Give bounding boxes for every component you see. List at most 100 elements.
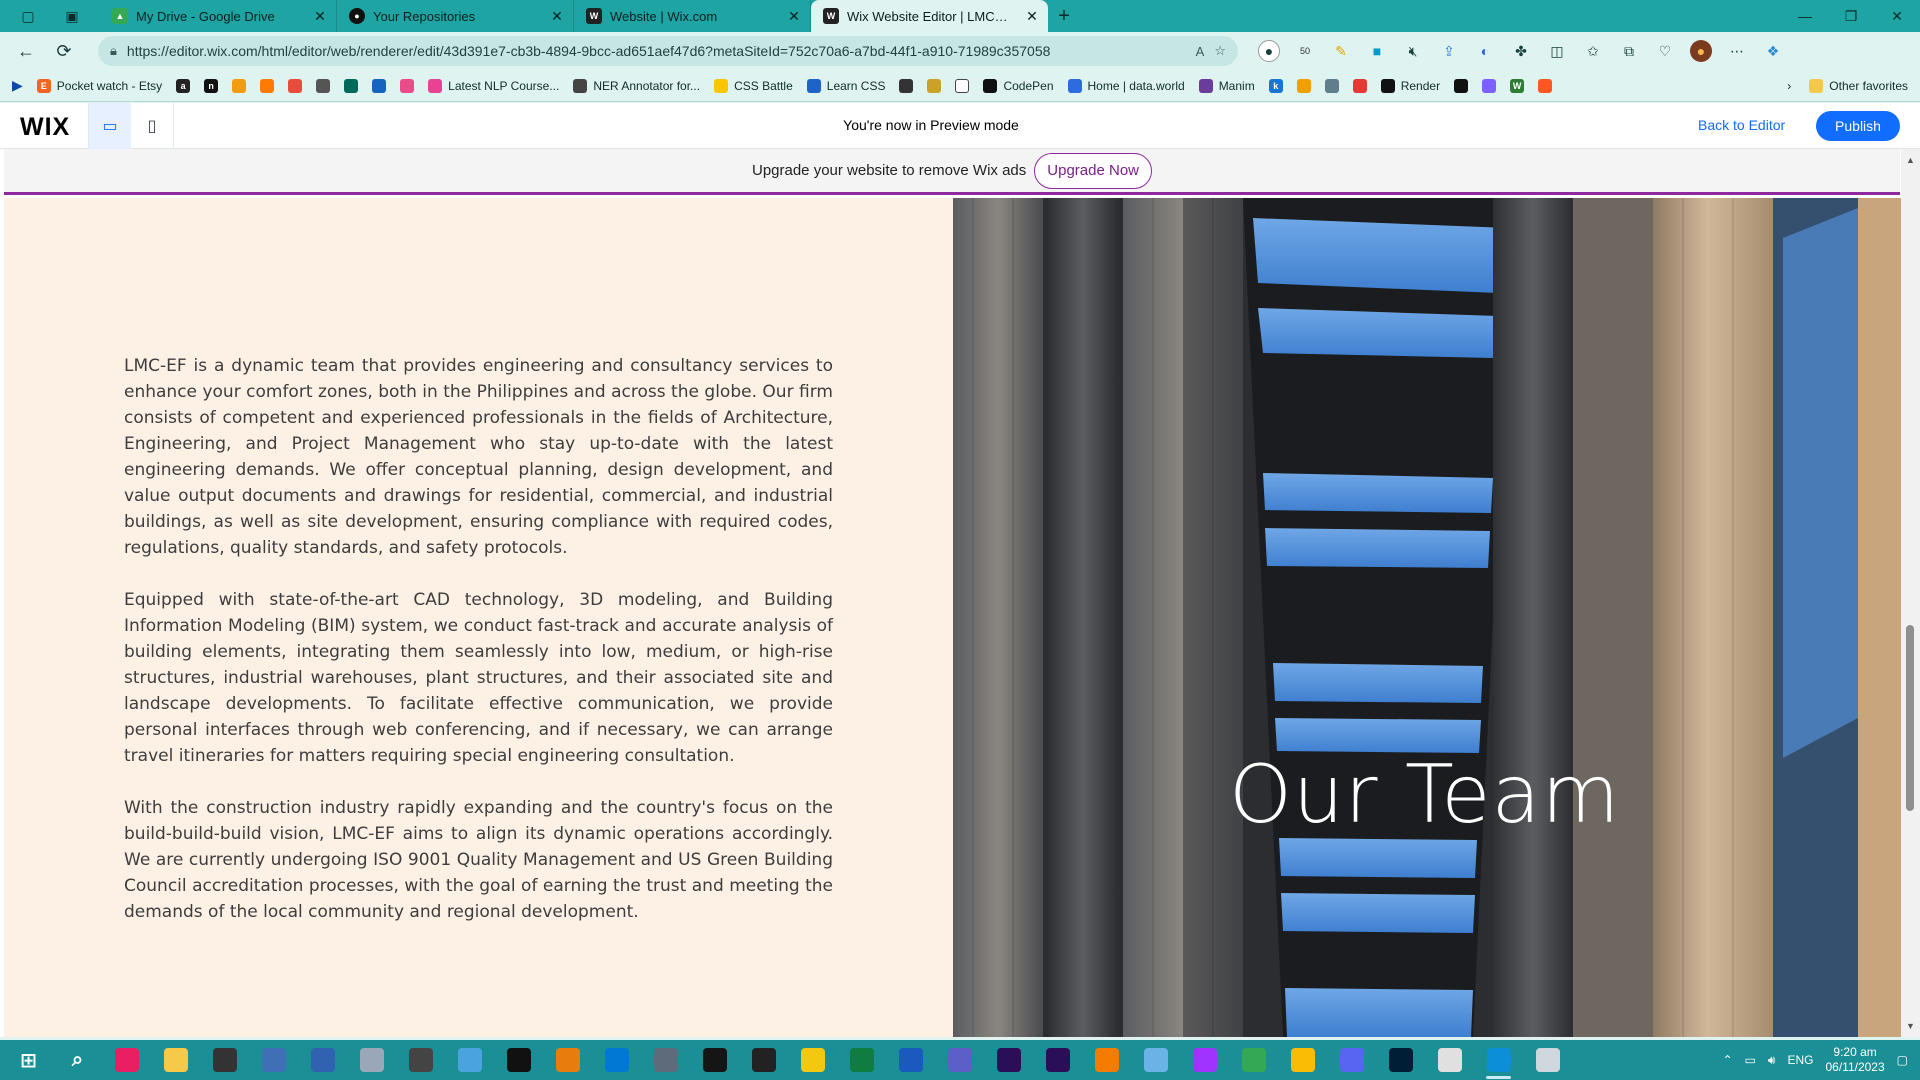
volume-icon[interactable]: 🔊︎ [1768, 1053, 1776, 1068]
extension-icon[interactable]: ● [1258, 40, 1280, 62]
taskbar-app[interactable] [151, 1040, 200, 1080]
bookmark-item[interactable] [232, 78, 247, 93]
taskbar-app[interactable] [102, 1040, 151, 1080]
bookmark-item[interactable]: a [176, 78, 191, 93]
taskbar-app[interactable] [935, 1040, 984, 1080]
copilot-icon[interactable]: ❖ [1762, 40, 1784, 62]
taskbar-app[interactable] [1229, 1040, 1278, 1080]
language-indicator[interactable]: ENG [1787, 1053, 1813, 1067]
bookmark-item[interactable] [1296, 78, 1311, 93]
upgrade-now-button[interactable]: Upgrade Now [1034, 152, 1152, 189]
read-aloud-icon[interactable]: A [1196, 44, 1205, 59]
bookmark-item[interactable] [1324, 78, 1339, 93]
refresh-icon[interactable]: ⟳ [48, 35, 80, 67]
bookmark-item[interactable]: Render [1380, 78, 1440, 93]
extension-badge-icon[interactable]: 50 [1294, 40, 1316, 62]
bookmark-item[interactable] [955, 78, 970, 93]
taskbar-app[interactable] [1180, 1040, 1229, 1080]
bookmark-item[interactable] [288, 78, 303, 93]
chevron-right-icon[interactable]: › [1787, 79, 1791, 93]
close-icon[interactable]: ✕ [549, 8, 565, 25]
taskbar-app[interactable] [298, 1040, 347, 1080]
bookmark-item[interactable]: W [1510, 78, 1525, 93]
tab-actions-icon[interactable]: ▣ [65, 8, 78, 25]
notifications-icon[interactable]: ▢ [1897, 1053, 1908, 1067]
close-icon[interactable]: ✕ [312, 8, 328, 25]
taskbar-app[interactable] [788, 1040, 837, 1080]
bookmark-item[interactable] [316, 78, 331, 93]
bookmark-item[interactable] [1454, 78, 1469, 93]
minimize-icon[interactable]: — [1782, 0, 1828, 32]
bookmark-item[interactable]: k [1268, 78, 1283, 93]
taskbar-app[interactable] [1131, 1040, 1180, 1080]
publish-button[interactable]: Publish [1816, 111, 1900, 141]
taskbar-app[interactable] [690, 1040, 739, 1080]
square-extension-icon[interactable]: ■ [1366, 40, 1388, 62]
address-bar[interactable]: 🔒︎ https://editor.wix.com/html/editor/we… [98, 36, 1238, 66]
taskbar-app[interactable] [641, 1040, 690, 1080]
share-extension-icon[interactable]: ⇪ [1438, 40, 1460, 62]
tray-chevron-icon[interactable]: ⌃ [1723, 1053, 1733, 1067]
taskbar-app[interactable] [543, 1040, 592, 1080]
taskbar-app[interactable] [1278, 1040, 1327, 1080]
bookmark-play[interactable]: ▶ [12, 77, 23, 94]
taskbar-app[interactable] [592, 1040, 641, 1080]
taskbar-app[interactable] [445, 1040, 494, 1080]
favorite-star-icon[interactable]: ☆ [1214, 43, 1226, 59]
more-options-icon[interactable]: ⋯ [1726, 40, 1748, 62]
bookmark-item[interactable]: Learn CSS [806, 78, 885, 93]
tab-wix-editor[interactable]: W Wix Website Editor | LMCEngine ✕ [811, 0, 1048, 32]
bookmark-item[interactable]: CodePen [983, 78, 1054, 93]
network-icon[interactable]: ▭ [1745, 1053, 1756, 1067]
taskbar-app[interactable] [396, 1040, 445, 1080]
bookmark-item[interactable]: Latest NLP Course... [428, 78, 559, 93]
favorites-icon[interactable]: ✩ [1582, 40, 1604, 62]
bookmark-item[interactable] [927, 78, 942, 93]
page-scrollbar[interactable]: ▲ ▼ [1901, 149, 1920, 1037]
taskbar-app[interactable] [984, 1040, 1033, 1080]
taskbar-app[interactable] [1376, 1040, 1425, 1080]
profile-avatar[interactable]: ● [1690, 40, 1712, 62]
taskbar-app[interactable] [249, 1040, 298, 1080]
taskbar-app[interactable] [837, 1040, 886, 1080]
taskbar-app[interactable] [1033, 1040, 1082, 1080]
other-favorites-folder[interactable]: Other favorites [1809, 79, 1908, 93]
taskbar-app[interactable] [1082, 1040, 1131, 1080]
bookmark-item[interactable] [344, 78, 359, 93]
tab-wix-website[interactable]: W Website | Wix.com ✕ [574, 0, 811, 32]
heart-extension-icon[interactable]: ♡ [1654, 40, 1676, 62]
taskbar-app[interactable] [1523, 1040, 1572, 1080]
taskbar-app[interactable] [739, 1040, 788, 1080]
taskbar-app[interactable] [1474, 1040, 1523, 1080]
taskbar-app[interactable] [494, 1040, 543, 1080]
new-tab-button[interactable]: + [1048, 0, 1080, 32]
taskbar-app[interactable]: ⊞ [4, 1040, 53, 1080]
pen-extension-icon[interactable]: ✎ [1330, 40, 1352, 62]
bookmark-item[interactable] [260, 78, 275, 93]
bookmark-item[interactable]: n [204, 78, 219, 93]
tab-google-drive[interactable]: ▲ My Drive - Google Drive ✕ [100, 0, 337, 32]
workspaces-icon[interactable]: ▢ [21, 8, 34, 25]
copilot-extension-icon[interactable]: ◐ [1474, 40, 1496, 62]
bookmark-item[interactable]: Home | data.world [1067, 78, 1185, 93]
taskbar-app[interactable]: ⌕ [53, 1040, 102, 1080]
bookmark-item[interactable] [899, 78, 914, 93]
taskbar-app[interactable] [886, 1040, 935, 1080]
clock[interactable]: 9:20 am 06/11/2023 [1825, 1045, 1884, 1075]
collections-icon[interactable]: ⧉ [1618, 40, 1640, 62]
back-icon[interactable]: ← [10, 35, 42, 67]
bookmark-item[interactable] [1352, 78, 1367, 93]
restore-icon[interactable]: ❐ [1828, 0, 1874, 32]
bookmark-item[interactable]: E Pocket watch - Etsy [36, 78, 162, 93]
close-icon[interactable]: ✕ [786, 8, 802, 25]
scroll-down-icon[interactable]: ▼ [1901, 1021, 1920, 1031]
scroll-up-icon[interactable]: ▲ [1901, 155, 1920, 165]
mute-icon[interactable]: 🔇︎ [1402, 40, 1424, 62]
taskbar-app[interactable] [1425, 1040, 1474, 1080]
scrollbar-thumb[interactable] [1906, 625, 1914, 811]
close-icon[interactable]: ✕ [1024, 8, 1040, 25]
extensions-puzzle-icon[interactable]: ✤ [1510, 40, 1532, 62]
back-to-editor-link[interactable]: Back to Editor [1698, 117, 1785, 133]
split-screen-icon[interactable]: ◫ [1546, 40, 1568, 62]
bookmark-item[interactable] [372, 78, 387, 93]
